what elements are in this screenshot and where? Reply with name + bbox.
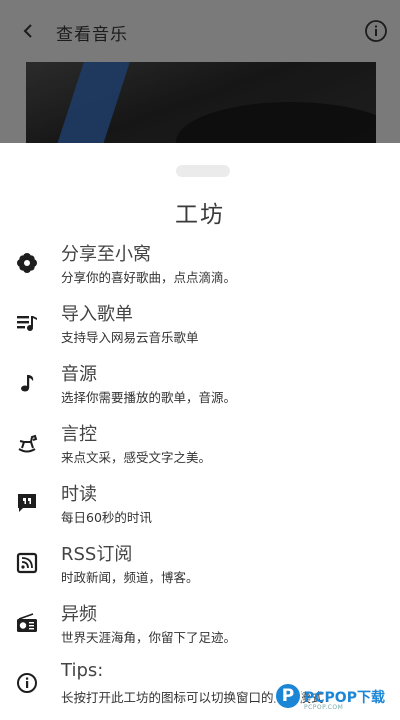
menu-item-desc: 每日60秒的时讯 xyxy=(61,510,152,525)
menu-item-desc: 选择你需要播放的歌单，音源。 xyxy=(61,390,237,405)
menu-item-radio[interactable]: 异频 世界天涯海角，你留下了足迹。 xyxy=(0,600,400,658)
menu-item-name: 时读 xyxy=(61,484,97,505)
menu-item-name: RSS订阅 xyxy=(61,544,133,565)
back-arrow-icon xyxy=(23,24,32,38)
info-button[interactable] xyxy=(364,19,388,43)
music-note-icon xyxy=(16,372,38,394)
menu-item-name: 分享至小窝 xyxy=(61,244,151,265)
top-app-bar: 查看音乐 xyxy=(0,0,400,62)
back-button[interactable] xyxy=(14,16,42,46)
workshop-bottom-sheet: 工坊 分享至小窝 分享你的喜好歌曲，点点滴滴。 导入歌单 支持导入网易云音乐歌单… xyxy=(0,143,400,720)
radio-icon xyxy=(16,612,38,634)
menu-item-name: Tips: xyxy=(61,660,104,681)
sheet-title: 工坊 xyxy=(175,202,225,228)
info-circle-icon xyxy=(16,672,38,694)
menu-item-share[interactable]: 分享至小窝 分享你的喜好歌曲，点点滴滴。 xyxy=(0,240,400,298)
watermark-badge: P xyxy=(274,682,302,710)
menu-item-words[interactable]: 言控 来点文采，感受文字之美。 xyxy=(0,420,400,478)
menu-item-desc: 支持导入网易云音乐歌单 xyxy=(61,330,199,345)
rocking-horse-icon xyxy=(16,432,38,454)
page-title: 查看音乐 xyxy=(56,25,128,45)
quote-chat-icon xyxy=(16,492,38,514)
album-artwork xyxy=(26,62,376,145)
menu-item-name: 导入歌单 xyxy=(61,304,133,325)
watermark-logo: P PCPOP下载 PCPOP.COM xyxy=(274,682,398,716)
flower-share-icon xyxy=(16,252,38,274)
menu-item-audio-source[interactable]: 音源 选择你需要播放的歌单，音源。 xyxy=(0,360,400,418)
menu-item-import-playlist[interactable]: 导入歌单 支持导入网易云音乐歌单 xyxy=(0,300,400,358)
artwork-shade xyxy=(26,62,376,145)
info-icon xyxy=(365,20,387,42)
menu-item-desc: 时政新闻，频道，博客。 xyxy=(61,570,199,585)
sheet-drag-handle[interactable] xyxy=(176,165,230,177)
playlist-import-icon xyxy=(16,312,38,334)
dimmed-background[interactable]: 查看音乐 xyxy=(0,0,400,145)
menu-item-desc: 来点文采，感受文字之美。 xyxy=(61,450,212,465)
rss-feed-icon xyxy=(16,552,38,574)
menu-item-daily-read[interactable]: 时读 每日60秒的时讯 xyxy=(0,480,400,538)
menu-item-name: 异频 xyxy=(61,604,97,625)
menu-item-name: 言控 xyxy=(61,424,97,445)
menu-item-rss[interactable]: RSS订阅 时政新闻，频道，博客。 xyxy=(0,540,400,598)
menu-item-desc: 世界天涯海角，你留下了足迹。 xyxy=(61,630,237,645)
watermark-subtext: PCPOP.COM xyxy=(304,704,344,711)
menu-item-name: 音源 xyxy=(61,364,97,385)
menu-item-desc: 分享你的喜好歌曲，点点滴滴。 xyxy=(61,270,237,285)
